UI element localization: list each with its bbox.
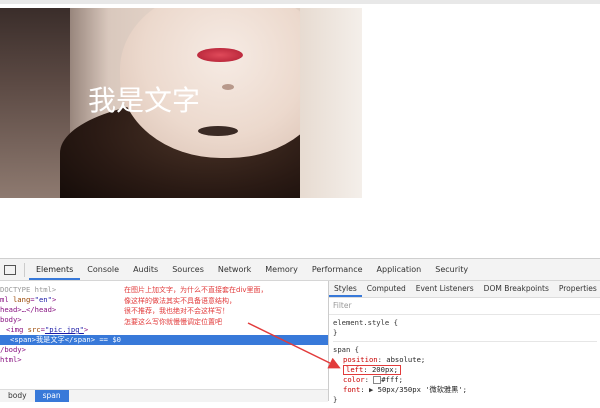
dom-line-body-close[interactable]: /body> [0, 345, 26, 355]
prop-value: 200px; [371, 365, 398, 374]
css-prop-color[interactable]: color: #fff; [333, 375, 597, 385]
tab-computed[interactable]: Computed [362, 281, 411, 297]
prop-name: position [343, 355, 378, 364]
tab-audits[interactable]: Audits [126, 259, 165, 280]
annotation-line: 怎要这么写你就慢慢调定位置吧 [124, 317, 222, 326]
dom-img-src-link[interactable]: "pic.jpg" [45, 325, 84, 334]
tab-styles[interactable]: Styles [329, 281, 362, 297]
devtools-panel: Elements Console Audits Sources Network … [0, 258, 600, 404]
span-rule-selector[interactable]: span { [333, 345, 597, 355]
overlay-text: 我是文字 [88, 84, 201, 117]
photo-right-background [300, 8, 362, 198]
tab-console[interactable]: Console [80, 259, 126, 280]
dom-img-attr: src [27, 325, 41, 334]
inspect-element-icon[interactable] [0, 259, 20, 280]
dom-line-head[interactable]: head>…</head> [0, 305, 56, 315]
dom-line-body[interactable]: body> [0, 315, 22, 325]
red-annotation: 在图片上加文字，为什么不直接套在div里面， 像这样的做法其实不具备语意结构， … [124, 285, 324, 327]
dom-html-attr-value: "en" [34, 295, 52, 304]
tab-event-listeners[interactable]: Event Listeners [411, 281, 479, 297]
tab-dom-breakpoints[interactable]: DOM Breakpoints [479, 281, 554, 297]
preview-top-border [0, 0, 600, 4]
annotation-line: 在图片上加文字，为什么不直接套在div里面， [124, 286, 268, 294]
tab-separator [24, 262, 25, 277]
photo-image: 我是文字 [0, 8, 362, 198]
prop-value: 50px/350px '微软雅黑'; [377, 385, 467, 394]
dom-line-html-close[interactable]: html> [0, 355, 22, 365]
expand-triangle-icon[interactable]: ▶ [369, 385, 373, 394]
css-prop-font[interactable]: font: ▶ 50px/350px '微软雅黑'; [333, 385, 597, 395]
rule-divider [333, 341, 597, 342]
prop-value: #fff; [381, 375, 403, 384]
photo-eye [198, 126, 238, 136]
dom-tree[interactable]: DOCTYPE html> ml lang="en"> head>…</head… [0, 281, 328, 389]
dom-span-close-tag: </span> [64, 335, 96, 344]
dom-line-span-selected[interactable]: <span>我是文字</span> == $0 [0, 335, 328, 345]
annotation-line: 很不推荐，我也绝对不会这样写！ [124, 307, 229, 315]
styles-tab-bar: Styles Computed Event Listeners DOM Brea… [329, 281, 600, 298]
dom-line-img[interactable]: <img src="pic.jpg"> [6, 325, 88, 335]
prop-name: font [343, 385, 361, 394]
page-preview: 我是文字 [0, 0, 600, 258]
element-style-selector[interactable]: element.style { [333, 318, 597, 328]
dom-doctype-text: DOCTYPE html> [0, 285, 57, 294]
dom-head-text: head>…</head> [0, 305, 57, 314]
annotation-line: 像这样的做法其实不具备语意结构， [124, 296, 236, 305]
css-prop-left[interactable]: left: 200px; [333, 365, 597, 375]
dom-img-tag: <img [6, 325, 28, 334]
prop-name: color [343, 375, 365, 384]
dom-selected-marker: == $0 [95, 335, 121, 344]
styles-filter-input[interactable]: Filter [329, 298, 600, 315]
photo-lips [197, 48, 243, 62]
dom-line-doctype[interactable]: DOCTYPE html> [0, 285, 56, 295]
tab-network[interactable]: Network [211, 259, 258, 280]
breadcrumb: body span [0, 389, 328, 402]
devtools-tab-bar: Elements Console Audits Sources Network … [0, 259, 600, 281]
css-rules: element.style { } span { position: absol… [329, 315, 600, 408]
tab-performance[interactable]: Performance [305, 259, 370, 280]
tab-elements[interactable]: Elements [29, 259, 81, 280]
tab-security[interactable]: Security [428, 259, 475, 280]
breadcrumb-body[interactable]: body [0, 390, 35, 402]
prop-name: left [346, 365, 364, 374]
styles-pane: Styles Computed Event Listeners DOM Brea… [328, 281, 600, 404]
element-style-close: } [333, 328, 338, 337]
dom-span-text: 我是文字 [35, 335, 65, 344]
dom-html-close-text: html> [0, 355, 22, 364]
breadcrumb-span[interactable]: span [34, 390, 69, 402]
dom-line-html[interactable]: ml lang="en"> [0, 295, 56, 305]
tab-properties[interactable]: Properties [554, 281, 600, 297]
highlight-box: left: 200px; [343, 365, 401, 375]
dom-body-text: body> [0, 315, 22, 324]
tab-memory[interactable]: Memory [258, 259, 305, 280]
dom-html-tag: ml [0, 295, 13, 304]
tab-application[interactable]: Application [370, 259, 429, 280]
span-rule-close: } [333, 395, 338, 404]
dom-html-attr: lang [12, 295, 31, 304]
css-prop-position[interactable]: position: absolute; [333, 355, 597, 365]
tab-sources[interactable]: Sources [165, 259, 211, 280]
dom-body-close-text: /body> [0, 345, 26, 354]
dom-span-open-tag: <span> [10, 335, 36, 344]
prop-value: absolute; [386, 355, 426, 364]
photo-nose [222, 84, 234, 90]
